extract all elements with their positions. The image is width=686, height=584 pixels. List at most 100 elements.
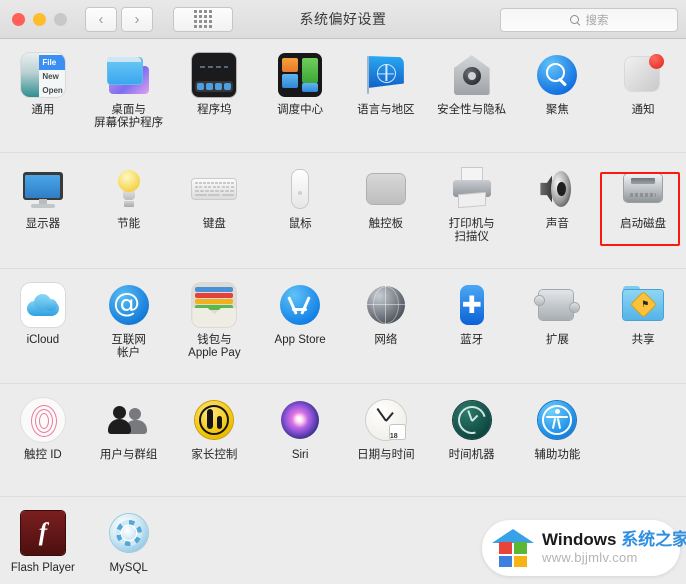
pref-pane-label: 共享 [631, 334, 655, 346]
pref-pane-notifications[interactable]: 通知 [600, 39, 686, 152]
preferences-row: File New Open 通用 桌面与 屏幕保护程序 程序坞 调度中心 语言与… [0, 39, 686, 153]
pref-pane-label: 鼠标 [288, 218, 312, 230]
pref-pane-trackpad[interactable]: 触控板 [343, 153, 429, 268]
wallet-applepay-icon [192, 283, 237, 327]
internet-accounts-icon: @ [107, 283, 151, 327]
pref-pane-icloud[interactable]: iCloud [0, 269, 86, 383]
pref-pane-label: 桌面与 屏幕保护程序 [94, 104, 164, 129]
pref-pane-label: 声音 [545, 218, 569, 230]
touch-id-icon [20, 398, 65, 442]
bluetooth-icon: ✚ [450, 283, 494, 327]
desktop-screensaver-icon [106, 53, 151, 97]
pref-pane-mouse[interactable]: 鼠标 [257, 153, 343, 268]
pref-pane-label: 调度中心 [277, 104, 324, 116]
mouse-icon [278, 167, 322, 211]
chevron-left-icon: ‹ [98, 10, 104, 28]
pref-pane-startup-disk[interactable]: 启动磁盘 [600, 153, 686, 268]
zoom-button[interactable] [54, 12, 67, 26]
back-button[interactable]: ‹ [85, 6, 117, 32]
pref-pane-dock[interactable]: 程序坞 [172, 39, 258, 152]
pref-pane-internet-accounts[interactable]: @ 互联网 帐户 [86, 269, 172, 383]
parental-controls-icon [192, 398, 236, 442]
pref-pane-label: 日期与时间 [357, 449, 415, 461]
pref-pane-wallet-applepay[interactable]: 钱包与 Apple Pay [172, 269, 258, 383]
extensions-icon [535, 283, 580, 327]
pref-pane-language-region[interactable]: 语言与地区 [343, 39, 429, 152]
pref-pane-energy-saver[interactable]: 节能 [86, 153, 172, 268]
search-field[interactable]: 搜索 [500, 8, 678, 32]
pref-pane-label: 网络 [374, 334, 398, 346]
pref-pane-label: 时间机器 [448, 449, 495, 461]
menu-item-file: File [39, 55, 65, 70]
pref-pane-spotlight[interactable]: 聚焦 [515, 39, 601, 152]
energy-saver-icon [107, 167, 151, 211]
startup-disk-icon [621, 167, 665, 211]
pref-pane-desktop-screensaver[interactable]: 桌面与 屏幕保护程序 [86, 39, 172, 152]
pref-pane-sharing[interactable]: ⚑ 共享 [600, 269, 686, 383]
siri-icon [278, 398, 322, 442]
pref-pane-parental-controls[interactable]: 家长控制 [172, 384, 258, 496]
forward-button[interactable]: › [121, 6, 153, 32]
pref-pane-users-groups[interactable]: 用户与群组 [86, 384, 172, 496]
watermark-url: www.bjjmlv.com [542, 550, 638, 566]
accessibility-icon [535, 398, 579, 442]
printers-scanners-icon [450, 167, 494, 211]
pref-pane-label: 显示器 [25, 218, 61, 230]
preferences-row: 显示器 节能 键盘 鼠标 触控板 打印机与 扫描仪 声音 启动磁盘 [0, 153, 686, 269]
pref-pane-displays[interactable]: 显示器 [0, 153, 86, 268]
trackpad-icon [364, 167, 408, 211]
pref-pane-general[interactable]: File New Open 通用 [0, 39, 86, 152]
sharing-icon: ⚑ [621, 283, 665, 327]
watermark-overlay: Windows 系统之家 www.bjjmlv.com [482, 520, 686, 576]
general-icon: File New Open [20, 53, 65, 97]
spotlight-icon [535, 53, 579, 97]
pref-pane-siri[interactable]: Siri [257, 384, 343, 496]
pref-pane-label: 蓝牙 [460, 334, 484, 346]
menu-item-open: Open [42, 85, 63, 95]
language-region-icon [364, 53, 408, 97]
mysql-icon [107, 511, 151, 555]
pref-pane-label: Siri [291, 449, 309, 461]
search-placeholder: 搜索 [585, 15, 609, 27]
pref-pane-app-store[interactable]: App Store [257, 269, 343, 383]
close-button[interactable] [12, 12, 25, 26]
watermark-brand-en: Windows [542, 530, 622, 550]
titlebar: ‹ › 系统偏好设置 搜索 [0, 0, 686, 39]
pref-pane-label: 安全性与隐私 [437, 104, 507, 116]
pref-pane-printers-scanners[interactable]: 打印机与 扫描仪 [429, 153, 515, 268]
traffic-lights [12, 12, 67, 26]
pref-pane-date-time[interactable]: 18 日期与时间 [343, 384, 429, 496]
pref-pane-time-machine[interactable]: 时间机器 [429, 384, 515, 496]
pref-pane-label: 扩展 [545, 334, 569, 346]
pref-pane-sound[interactable]: 声音 [515, 153, 601, 268]
security-privacy-icon [450, 53, 494, 97]
pref-pane-label: iCloud [26, 334, 60, 346]
pref-pane-label: Flash Player [10, 562, 75, 574]
grid-icon [194, 10, 212, 28]
pref-pane-mysql[interactable]: MySQL [86, 497, 172, 584]
minimize-button[interactable] [33, 12, 46, 26]
pref-pane-touch-id[interactable]: 触控 ID [0, 384, 86, 496]
pref-pane-label: MySQL [109, 562, 148, 574]
pref-pane-label: 触控板 [368, 218, 404, 230]
pref-pane-label: 通知 [631, 104, 655, 116]
pref-pane-label: 节能 [117, 218, 141, 230]
app-store-icon [278, 283, 322, 327]
pref-pane-network[interactable]: 网络 [343, 269, 429, 383]
pref-pane-extensions[interactable]: 扩展 [515, 269, 601, 383]
pref-pane-mission-control[interactable]: 调度中心 [257, 39, 343, 152]
pref-pane-keyboard[interactable]: 键盘 [172, 153, 258, 268]
pref-pane-accessibility[interactable]: 辅助功能 [515, 384, 601, 496]
displays-icon [21, 167, 65, 211]
system-preferences-window: ‹ › 系统偏好设置 搜索 File New Open 通用 桌面与 屏幕保护程… [0, 0, 686, 584]
search-icon [569, 14, 581, 26]
calendar-day: 18 [389, 433, 398, 439]
pref-pane-label: 辅助功能 [534, 449, 581, 461]
watermark-text: Windows 系统之家 www.bjjmlv.com [542, 531, 686, 564]
pref-pane-bluetooth[interactable]: ✚ 蓝牙 [429, 269, 515, 383]
pref-pane-security-privacy[interactable]: 安全性与隐私 [429, 39, 515, 152]
windows-house-logo-icon [492, 529, 534, 567]
pref-pane-label: 用户与群组 [99, 449, 158, 461]
pref-pane-flash-player[interactable]: f Flash Player [0, 497, 86, 584]
show-all-button[interactable] [173, 6, 233, 32]
